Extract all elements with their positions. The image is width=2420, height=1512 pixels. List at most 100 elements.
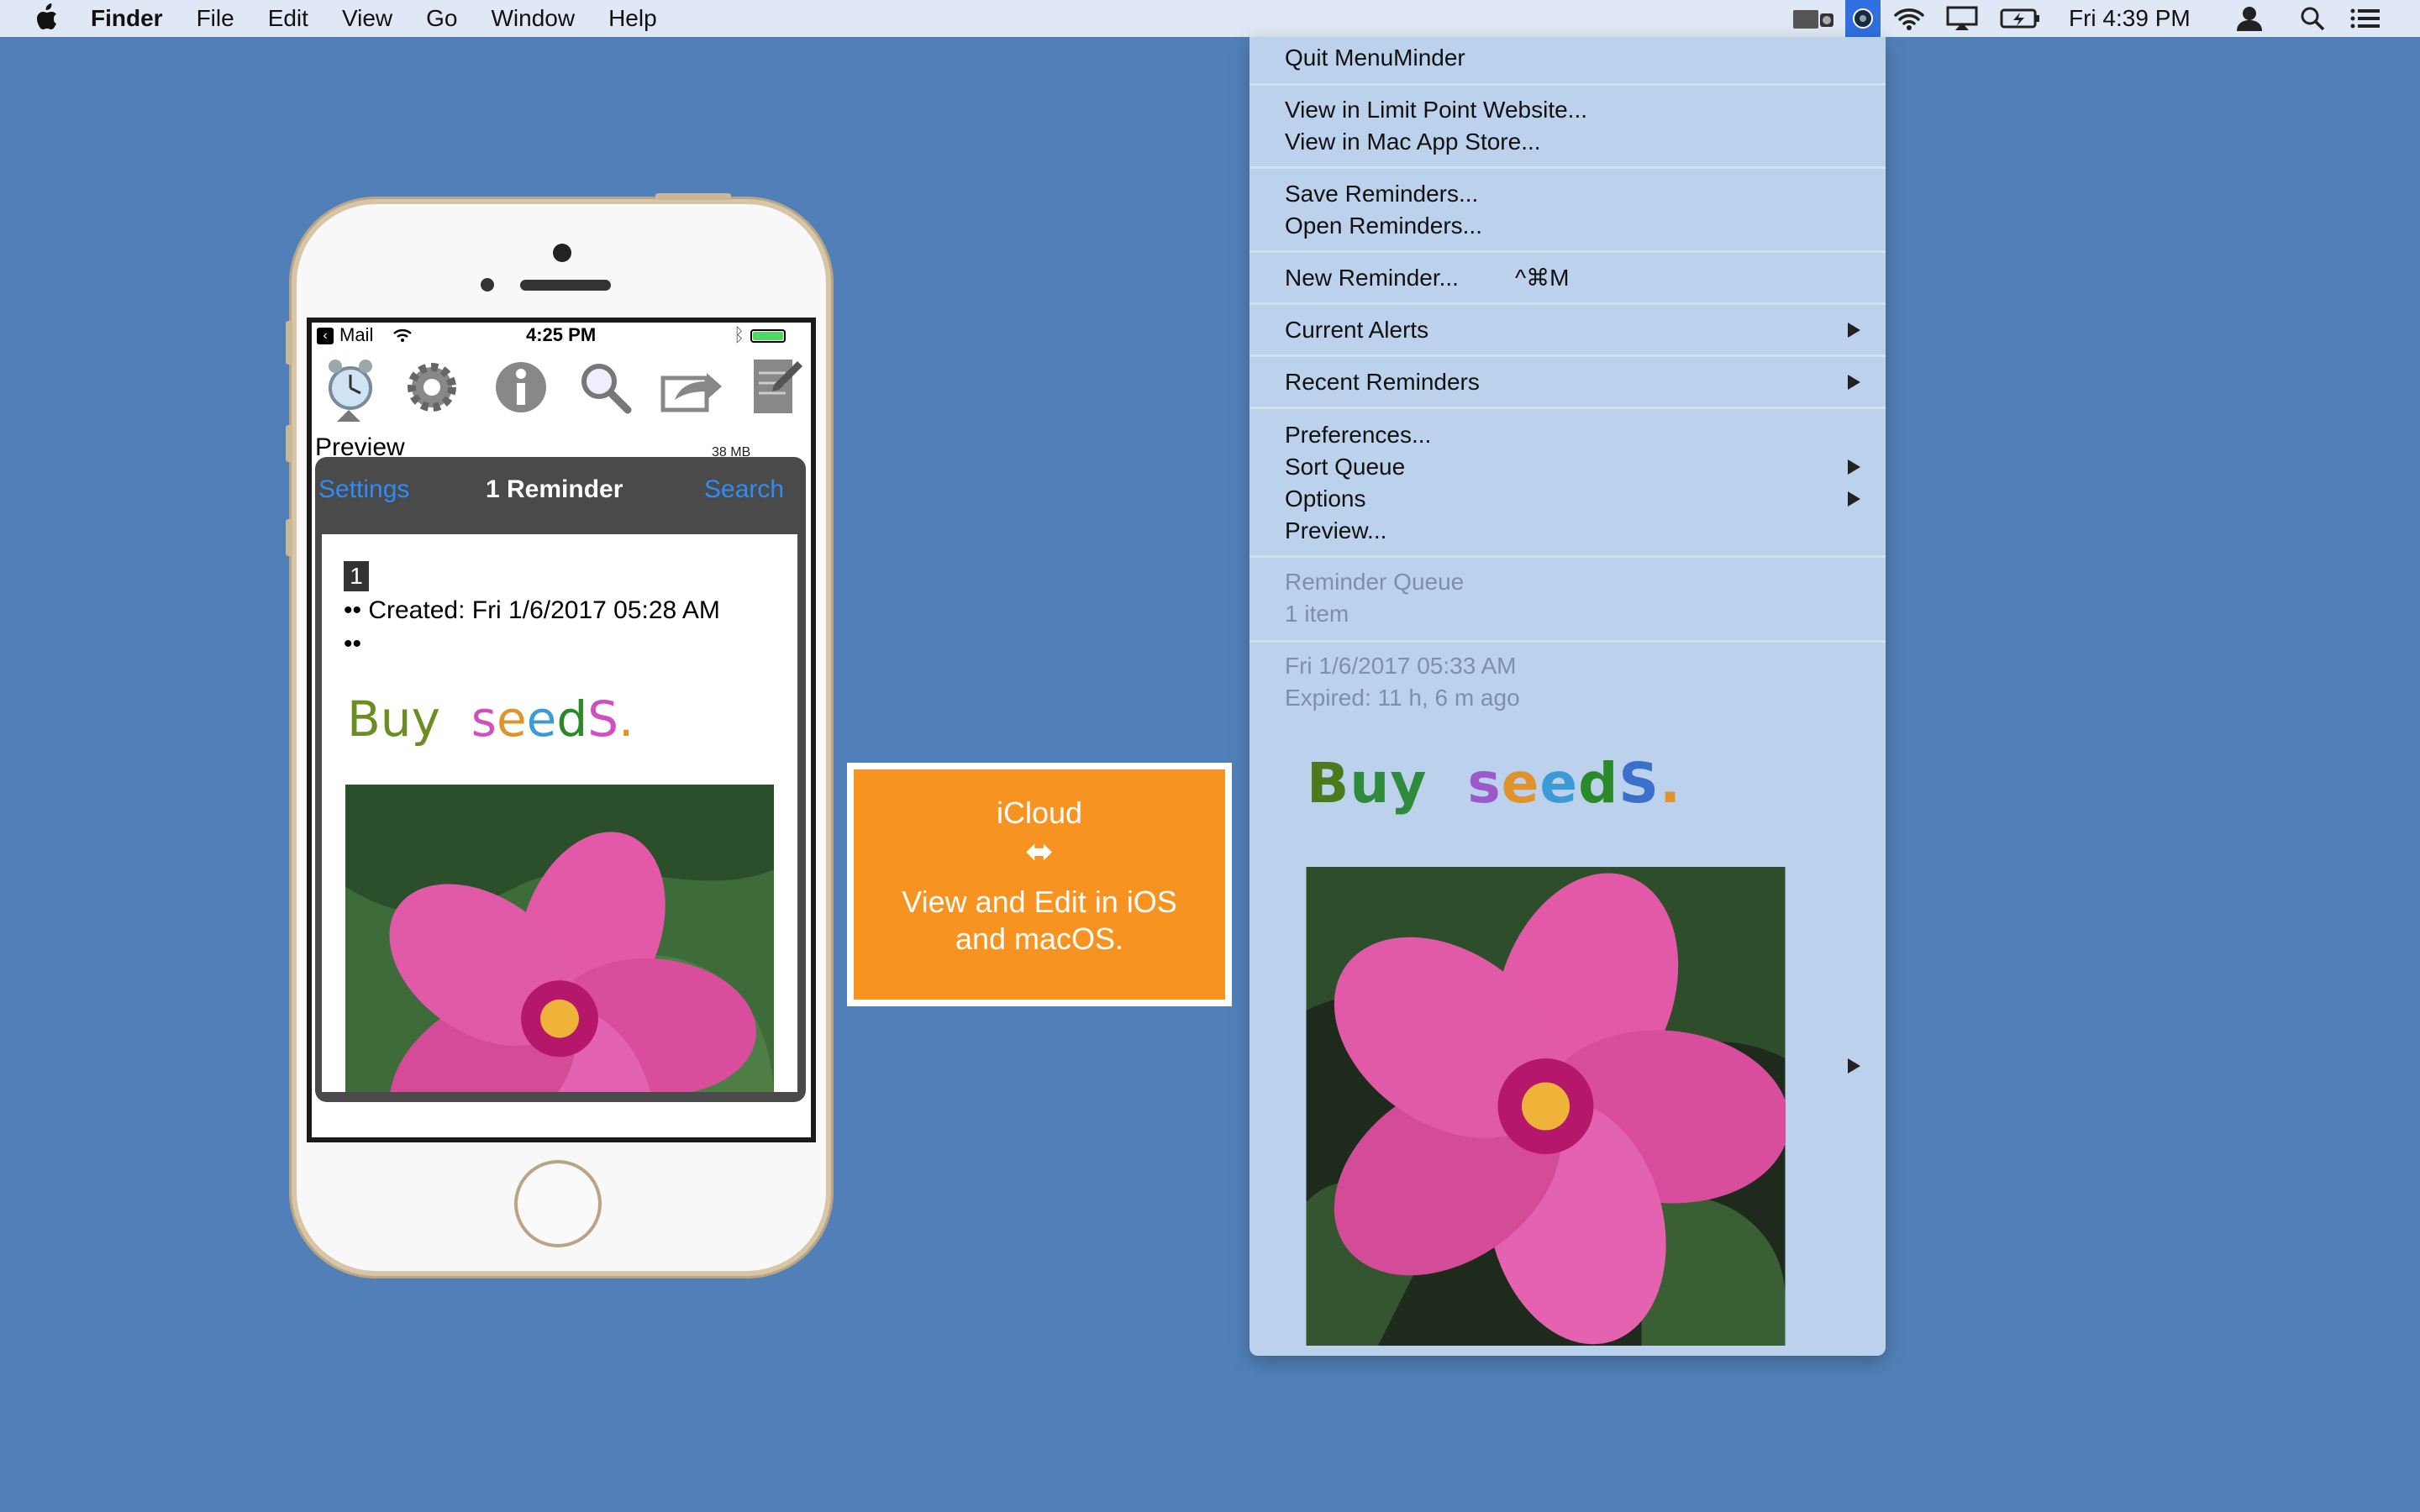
menu-title-letter: y [1390,751,1428,816]
notes-edit-icon[interactable] [749,356,804,417]
menu-separator [1249,354,1886,357]
menu-bar: Finder File Edit View Go Window Help Fri… [0,0,2420,37]
flower-photo [345,785,774,1092]
menu-file[interactable]: File [197,5,234,32]
home-button[interactable] [514,1160,602,1247]
menu-title-letter: S [1618,751,1660,816]
proximity-sensor [481,278,494,291]
spotlight-search-icon[interactable] [2299,5,2326,32]
options-menu-item[interactable]: Options [1285,483,1366,515]
info-icon[interactable] [493,360,549,415]
phone-side-button [286,519,292,556]
search-icon[interactable] [577,360,633,415]
reminder-number-badge: 1 [344,561,369,591]
open-reminders-menu-item[interactable]: Open Reminders... [1285,210,1482,242]
ios-status-bar: ‹ Mail 4:25 PM ᛒ [312,323,811,348]
phone-top-button [655,193,731,200]
view-app-store-menu-item[interactable]: View in Mac App Store... [1285,126,1541,158]
menubar-clock[interactable]: Fri 4:39 PM [2069,0,2191,37]
phone-side-button [286,321,292,365]
menu-help[interactable]: Help [608,5,657,32]
save-reminders-menu-item[interactable]: Save Reminders... [1285,178,1478,210]
alarm-clock-icon[interactable] [322,354,379,417]
menu-separator [1249,407,1886,409]
menu-title-letter: e [1501,751,1540,816]
reminder-card[interactable]: 1 •• Created: Fri 1/6/2017 05:28 AM •• B… [322,534,797,1092]
recent-reminders-menu-item[interactable]: Recent Reminders [1285,366,1480,398]
phone-title-letter: d [556,690,588,748]
menu-title-letter: . [1659,751,1682,816]
bidirectional-arrow-icon: ⬌ [1025,833,1054,870]
quit-menu-item[interactable]: Quit MenuMinder [1285,42,1465,74]
app-toolbar [312,353,811,422]
clock-icon [1853,8,1873,29]
preview-menu-item[interactable]: Preview... [1285,515,1386,547]
menu-separator [1249,166,1886,169]
flower-photo [1306,867,1786,1346]
menu-finder[interactable]: Finder [91,5,163,32]
created-timestamp: •• Created: Fri 1/6/2017 05:28 AM [344,596,720,624]
ios-battery-icon [750,329,786,343]
view-website-menu-item[interactable]: View in Limit Point Website... [1285,94,1587,126]
menuminder-dropdown: Quit MenuMinder View in Limit Point Webs… [1249,37,1886,1356]
reminder-queue-count: 1 item [1285,601,1349,627]
menu-separator [1249,555,1886,558]
sort-queue-menu-item[interactable]: Sort Queue [1285,451,1405,483]
menu-go[interactable]: Go [426,5,457,32]
menu-separator [1249,302,1886,305]
reminder-preview-item[interactable]: Buy seedS. [1249,751,1886,1356]
phone-screen: ‹ Mail 4:25 PM ᛒ Preview 38 MB Settings … [307,318,816,1142]
submenu-arrow-icon [1848,1058,1860,1074]
preview-sheet: Settings 1 Reminder Search 1 •• Created:… [315,457,806,1102]
menu-edit[interactable]: Edit [268,5,308,32]
menu-title-letter: e [1539,751,1579,816]
icloud-callout: iCloud ⬌ View and Edit in iOS and macOS. [847,763,1232,1006]
selected-tab-caret [337,410,360,422]
earpiece [520,280,611,291]
callout-line-2: and macOS. [955,921,1124,956]
menuminder-status-item[interactable] [1845,0,1881,37]
callout-line-1: View and Edit in iOS [902,885,1177,919]
phone-title-letter: S [587,690,619,748]
wifi-icon[interactable] [1892,5,1926,32]
reminder-queue-header: Reminder Queue [1285,569,1465,595]
airplay-icon[interactable] [1946,5,1978,32]
menu-separator [1249,250,1886,253]
submenu-arrow-icon [1848,375,1860,390]
menu-view[interactable]: View [342,5,392,32]
phone-title-letter: B [347,690,381,748]
new-reminder-shortcut: ^⌘M [1515,265,1570,291]
new-reminder-menu-item[interactable]: New Reminder... ^⌘M [1285,262,1839,294]
reminder-expired: Expired: 11 h, 6 m ago [1285,685,1520,711]
menu-title-letter: d [1578,751,1619,816]
current-alerts-menu-item[interactable]: Current Alerts [1285,314,1428,346]
user-icon[interactable] [2235,5,2264,32]
submenu-arrow-icon [1848,459,1860,475]
separator-dots: •• [344,630,362,658]
battery-icon[interactable] [2000,5,2042,32]
share-icon[interactable] [660,360,723,415]
apple-menu-icon[interactable] [34,3,59,32]
menu-window[interactable]: Window [491,5,575,32]
reminder-title: Buy seedS. [347,690,634,748]
screen-capture-icon[interactable] [1791,5,1837,32]
ios-time: 4:25 PM [526,324,597,345]
back-to-mail-icon[interactable]: ‹ [317,328,334,344]
settings-button[interactable]: Settings [318,475,409,504]
ios-wifi-icon [393,329,412,342]
search-button[interactable]: Search [704,475,784,504]
reminder-date: Fri 1/6/2017 05:33 AM [1285,653,1517,679]
notification-center-icon[interactable] [2349,5,2381,32]
menu-title-letter: B [1307,751,1350,816]
nav-bar: Settings 1 Reminder Search [315,457,806,534]
submenu-arrow-icon [1848,491,1860,507]
preferences-menu-item[interactable]: Preferences... [1285,419,1431,451]
phone-title-letter: . [618,690,634,748]
front-camera [553,244,571,262]
carrier-label[interactable]: Mail [339,324,373,346]
settings-gear-icon[interactable] [404,360,460,415]
menu-title-letter: s [1467,751,1502,816]
menu-separator [1249,83,1886,86]
phone-title-letter: e [526,690,557,748]
new-reminder-label: New Reminder... [1285,265,1459,291]
